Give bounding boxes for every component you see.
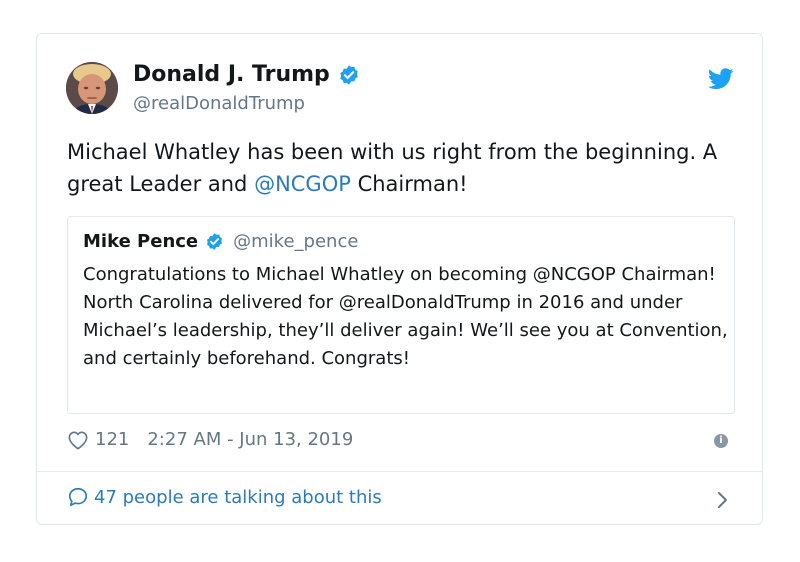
tweet-text-part: Chairman!	[350, 172, 468, 196]
chat-bubble-icon	[67, 486, 89, 508]
quoted-tweet[interactable]: Mike Pence @mike_pence Congratulations t…	[67, 216, 735, 414]
author-name-text: Donald J. Trump	[133, 62, 330, 87]
mention-link[interactable]: @NCGOP	[254, 172, 351, 196]
avatar-portrait-icon	[66, 62, 118, 114]
conversation-text: 47 people are talking about this	[94, 486, 382, 508]
author-name[interactable]: Donald J. Trump	[133, 62, 360, 87]
quoted-tweet-header: Mike Pence @mike_pence	[83, 231, 358, 252]
heart-icon[interactable]	[67, 430, 89, 450]
author-handle[interactable]: @realDonaldTrump	[133, 93, 305, 114]
info-icon[interactable]: i	[714, 434, 728, 448]
verified-badge-icon	[205, 232, 224, 251]
tweet-meta: 121 2:27 AM - Jun 13, 2019	[67, 429, 353, 450]
tweet-timestamp[interactable]: 2:27 AM - Jun 13, 2019	[147, 429, 353, 450]
verified-badge-icon	[338, 64, 360, 86]
twitter-bird-icon[interactable]	[707, 68, 734, 94]
quoted-tweet-text: Congratulations to Michael Whatley on be…	[83, 264, 728, 369]
author-avatar[interactable]	[66, 62, 118, 114]
quoted-author-name[interactable]: Mike Pence	[83, 231, 198, 252]
quoted-author-handle[interactable]: @mike_pence	[233, 231, 358, 252]
embedded-tweet-card[interactable]: Donald J. Trump @realDonaldTrump Michael…	[36, 33, 763, 525]
chevron-right-icon[interactable]	[716, 490, 728, 510]
conversation-link[interactable]: 47 people are talking about this	[67, 486, 382, 508]
like-count[interactable]: 121	[95, 429, 129, 450]
tweet-text: Michael Whatley has been with us right f…	[67, 136, 727, 200]
divider	[37, 471, 762, 472]
